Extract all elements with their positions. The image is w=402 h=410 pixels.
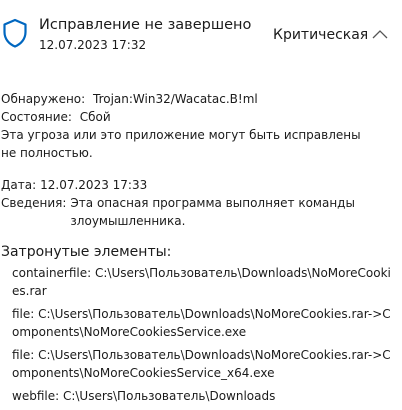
date-value: 12.07.2023 17:33	[40, 178, 148, 192]
info-value: Эта опасная программа выполняет команды …	[70, 196, 355, 228]
affected-items-list: containerfile: C:\Users\Пользователь\Dow…	[1, 264, 397, 405]
severity-label: Критическая	[273, 27, 369, 43]
threat-details: Обнаружено: Trojan:Win32/Wacatac.B!ml Со…	[1, 90, 397, 410]
affected-item: webfile: C:\Users\Пользователь\Downloads	[12, 389, 276, 403]
detected-row: Обнаружено: Trojan:Win32/Wacatac.B!ml	[1, 90, 397, 108]
info-row: Сведения: Эта опасная программа выполняе…	[1, 194, 397, 230]
remediation-message: Эта угроза или это приложение могут быть…	[1, 128, 361, 160]
date-label: Дата:	[1, 178, 37, 192]
shield-icon	[3, 18, 27, 48]
threat-header[interactable]: Исправление не завершено 12.07.2023 17:3…	[0, 0, 402, 66]
affected-item: file: C:\Users\Пользователь\Downloads\No…	[12, 348, 391, 380]
detected-label: Обнаружено:	[1, 92, 86, 106]
threat-datetime: 12.07.2023 17:32	[39, 38, 147, 52]
detected-value: Trojan:Win32/Wacatac.B!ml	[93, 92, 258, 106]
status-label: Состояние:	[1, 110, 72, 124]
threat-title: Исправление не завершено	[39, 17, 252, 33]
status-row: Состояние: Сбой	[1, 108, 397, 126]
chevron-up-icon[interactable]	[370, 27, 390, 41]
affected-items-title: Затронутые элементы:	[1, 244, 172, 260]
info-table: Дата: 12.07.2023 17:33 Сведения: Эта опа…	[1, 176, 397, 230]
date-row: Дата: 12.07.2023 17:33	[1, 176, 397, 194]
status-value: Сбой	[79, 110, 111, 124]
affected-item: file: C:\Users\Пользователь\Downloads\No…	[12, 307, 391, 339]
info-label: Сведения:	[1, 196, 67, 210]
affected-item: containerfile: C:\Users\Пользователь\Dow…	[12, 266, 391, 298]
